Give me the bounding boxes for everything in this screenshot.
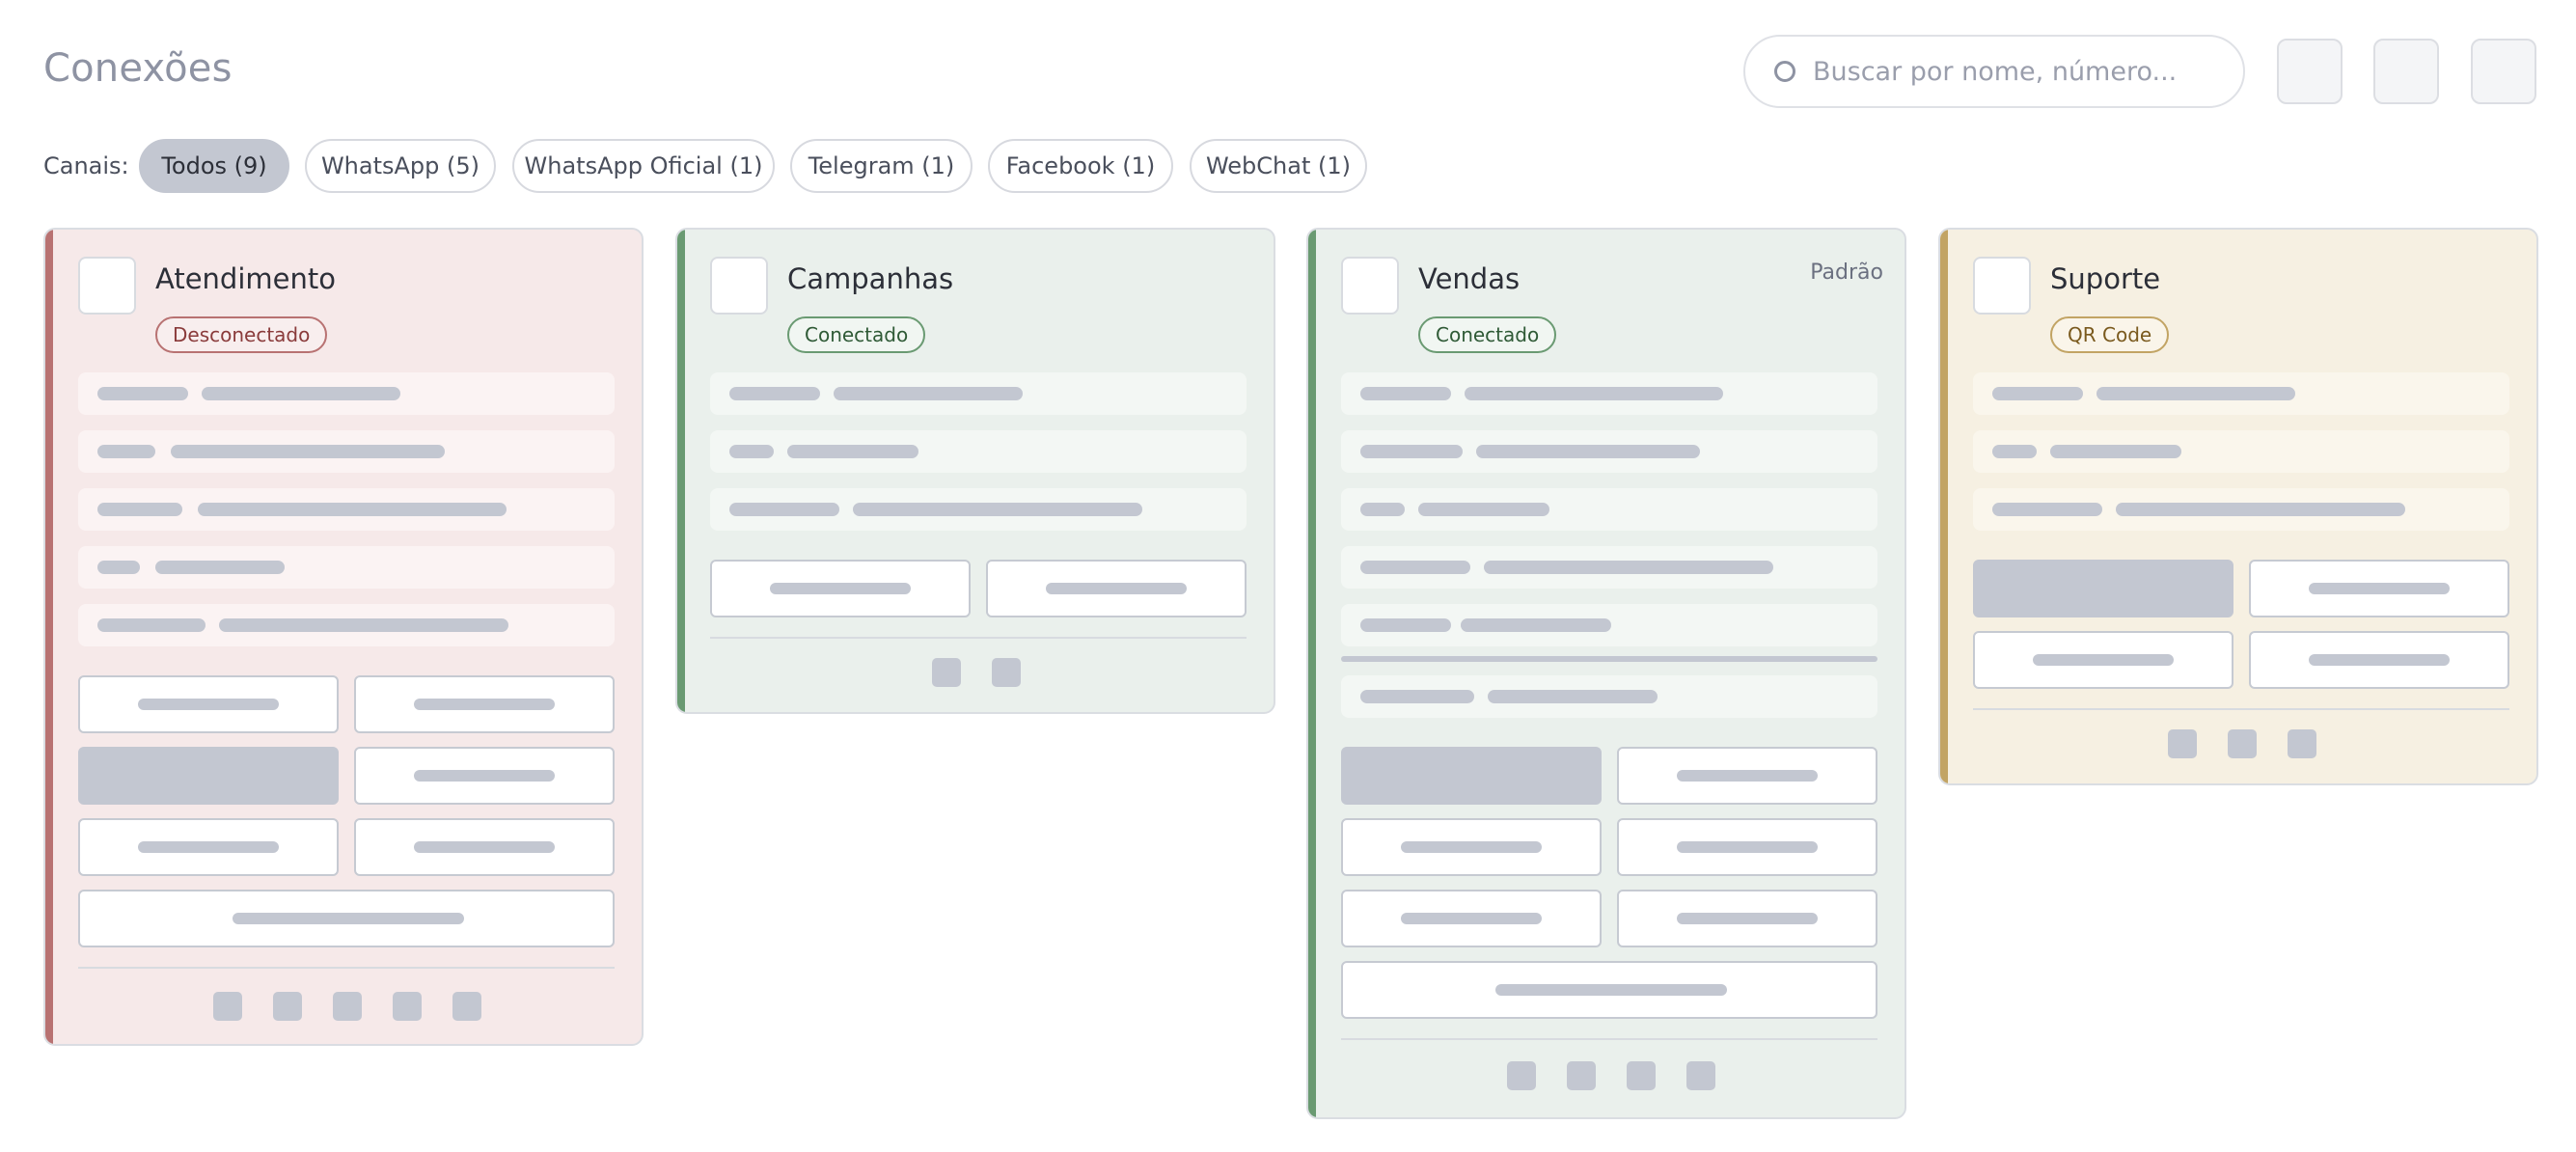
info-row <box>78 604 615 646</box>
default-tag: Padrão <box>1810 261 1883 285</box>
card-title: Suporte <box>2050 262 2161 295</box>
chip-webchat[interactable]: WebChat (1) <box>1190 139 1367 193</box>
action-button[interactable] <box>1617 818 1877 876</box>
status-bar <box>45 230 53 1044</box>
mini-icon[interactable] <box>2288 729 2316 758</box>
divider <box>710 637 1247 639</box>
search-input[interactable] <box>1813 56 2218 87</box>
status-badge: Desconectado <box>155 316 328 353</box>
info-row <box>1341 604 1877 646</box>
section-divider <box>1341 656 1877 662</box>
mini-icon[interactable] <box>1567 1061 1596 1090</box>
action-button-primary[interactable] <box>1973 560 2233 617</box>
info-row <box>710 372 1247 415</box>
divider <box>1973 708 2509 710</box>
mini-icon[interactable] <box>393 992 422 1021</box>
chip-whatsapp[interactable]: WhatsApp (5) <box>305 139 496 193</box>
action-button[interactable] <box>1341 890 1602 947</box>
page-title: Conexões <box>43 46 233 91</box>
info-row <box>1341 488 1877 531</box>
info-row <box>1973 430 2509 473</box>
connection-card-atendimento[interactable]: Atendimento Desconectado <box>43 228 644 1046</box>
search-box[interactable] <box>1743 35 2245 108</box>
chip-whatsapp-oficial[interactable]: WhatsApp Oficial (1) <box>512 139 775 193</box>
action-button[interactable] <box>1341 818 1602 876</box>
chip-all[interactable]: Todos (9) <box>139 139 289 193</box>
status-bar <box>1308 230 1316 1117</box>
status-bar <box>677 230 685 712</box>
chip-facebook[interactable]: Facebook (1) <box>988 139 1173 193</box>
mini-icon[interactable] <box>213 992 242 1021</box>
card-title: Campanhas <box>787 262 954 295</box>
status-badge: QR Code <box>2050 316 2170 353</box>
connection-card-campanhas[interactable]: Campanhas Conectado <box>675 228 1275 714</box>
info-row <box>78 546 615 589</box>
info-row <box>1341 372 1877 415</box>
action-button-primary[interactable] <box>78 747 339 805</box>
avatar <box>78 257 136 315</box>
info-row <box>78 372 615 415</box>
mini-icon[interactable] <box>273 992 302 1021</box>
channels-label: Canais: <box>43 152 129 179</box>
status-badge: Conectado <box>787 316 926 353</box>
action-button[interactable] <box>78 818 339 876</box>
action-button[interactable] <box>2249 631 2509 689</box>
action-button[interactable] <box>1617 890 1877 947</box>
action-button-wide[interactable] <box>78 890 615 947</box>
info-row <box>710 430 1247 473</box>
info-row <box>1973 488 2509 531</box>
action-button[interactable] <box>1973 631 2233 689</box>
info-row <box>1341 675 1877 718</box>
mini-icon[interactable] <box>452 992 481 1021</box>
action-button[interactable] <box>78 675 339 733</box>
toolbar-button-3[interactable] <box>2471 39 2536 104</box>
action-button[interactable] <box>1617 747 1877 805</box>
info-row <box>1973 372 2509 415</box>
avatar <box>1341 257 1399 315</box>
action-button-wide[interactable] <box>1341 961 1877 1019</box>
info-row <box>710 488 1247 531</box>
action-button-primary[interactable] <box>1341 747 1602 805</box>
info-row <box>1341 430 1877 473</box>
divider <box>1341 1038 1877 1040</box>
toolbar-button-1[interactable] <box>2277 39 2343 104</box>
info-row <box>78 488 615 531</box>
action-button[interactable] <box>354 675 615 733</box>
avatar <box>1973 257 2031 315</box>
mini-icon[interactable] <box>333 992 362 1021</box>
mini-icon[interactable] <box>932 658 961 687</box>
status-badge: Conectado <box>1418 316 1557 353</box>
mini-icon[interactable] <box>2168 729 2197 758</box>
card-title: Vendas <box>1418 262 1521 295</box>
connection-card-suporte[interactable]: Suporte QR Code <box>1938 228 2538 785</box>
mini-icon[interactable] <box>1686 1061 1715 1090</box>
toolbar-button-2[interactable] <box>2373 39 2439 104</box>
info-row <box>78 430 615 473</box>
action-button[interactable] <box>2249 560 2509 617</box>
card-title: Atendimento <box>155 262 336 295</box>
action-button[interactable] <box>354 818 615 876</box>
action-button[interactable] <box>354 747 615 805</box>
search-icon <box>1774 61 1795 82</box>
chip-telegram[interactable]: Telegram (1) <box>790 139 973 193</box>
connection-card-vendas[interactable]: Vendas Padrão Conectado <box>1306 228 1906 1119</box>
mini-icon[interactable] <box>1507 1061 1536 1090</box>
action-button[interactable] <box>710 560 971 617</box>
divider <box>78 967 615 969</box>
action-button[interactable] <box>986 560 1247 617</box>
mini-icon[interactable] <box>992 658 1021 687</box>
avatar <box>710 257 768 315</box>
status-bar <box>1940 230 1948 783</box>
mini-icon[interactable] <box>2228 729 2257 758</box>
info-row <box>1341 546 1877 589</box>
mini-icon[interactable] <box>1627 1061 1656 1090</box>
